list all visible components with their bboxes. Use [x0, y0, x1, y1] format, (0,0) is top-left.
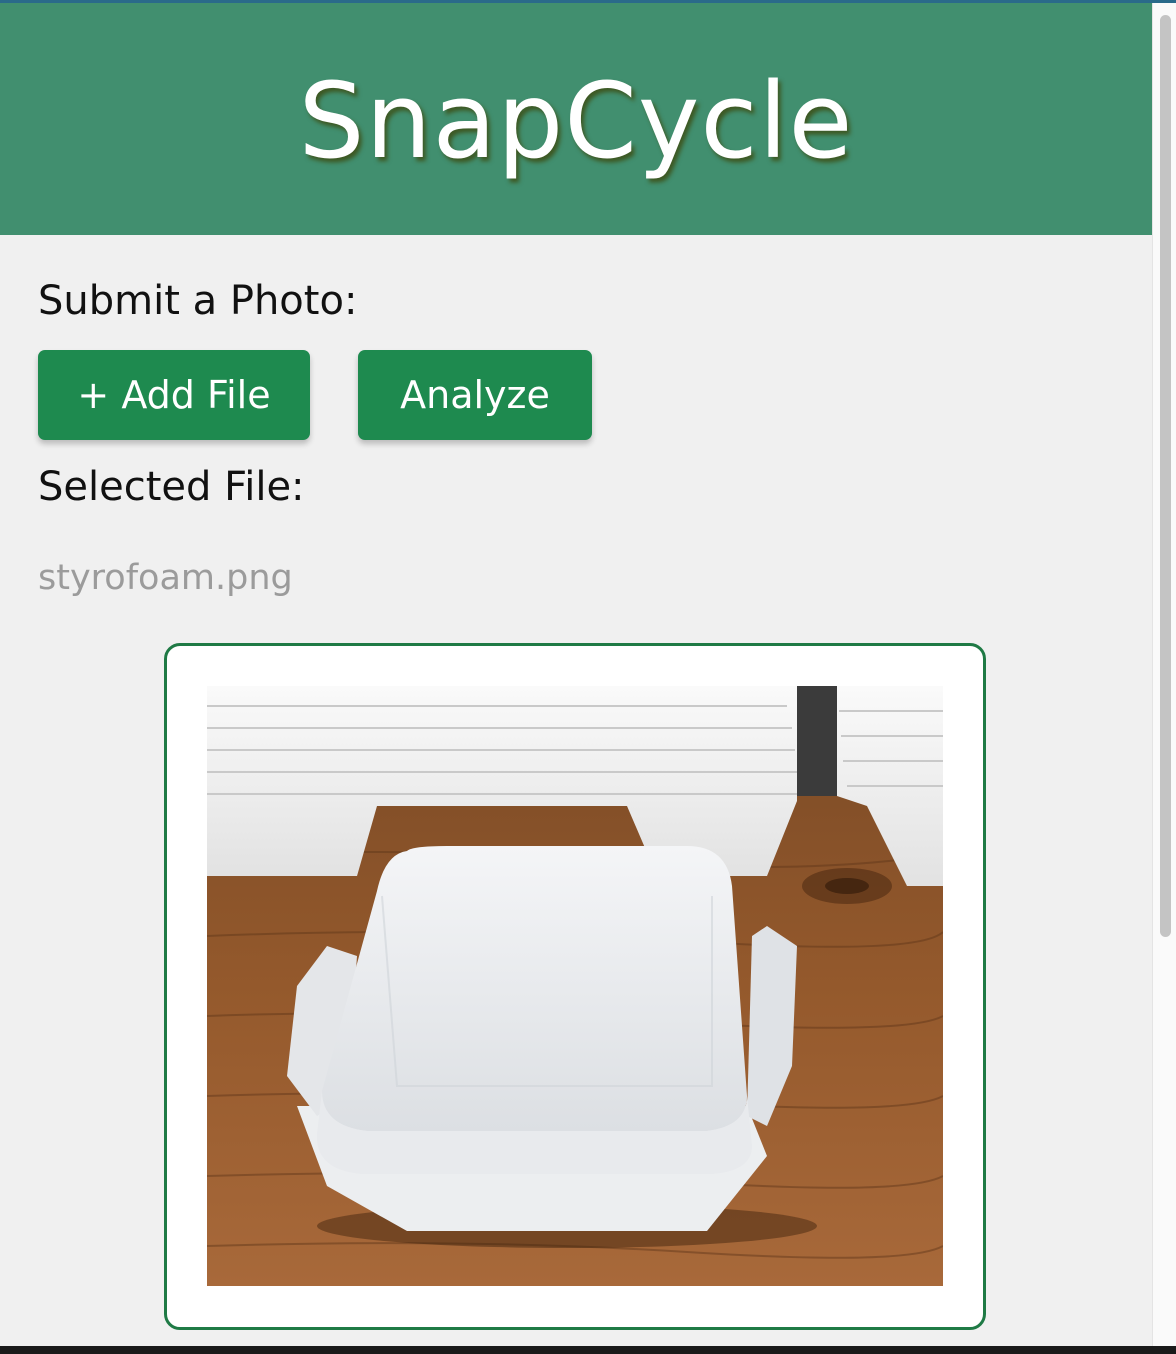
app-header: SnapCycle: [0, 3, 1152, 235]
app-title: SnapCycle: [298, 60, 854, 182]
submit-photo-label: Submit a Photo:: [38, 278, 358, 324]
selected-file-label: Selected File:: [38, 464, 305, 510]
analyze-button[interactable]: Analyze: [358, 350, 592, 440]
scrollbar-thumb[interactable]: [1160, 15, 1171, 937]
selected-file-name: styrofoam.png: [38, 558, 293, 598]
image-preview-card: [164, 643, 986, 1330]
add-file-button[interactable]: + Add File: [38, 350, 310, 440]
preview-photo: [207, 686, 943, 1286]
scrollbar[interactable]: [1152, 3, 1176, 1346]
window-bottom-edge: [0, 1346, 1176, 1354]
